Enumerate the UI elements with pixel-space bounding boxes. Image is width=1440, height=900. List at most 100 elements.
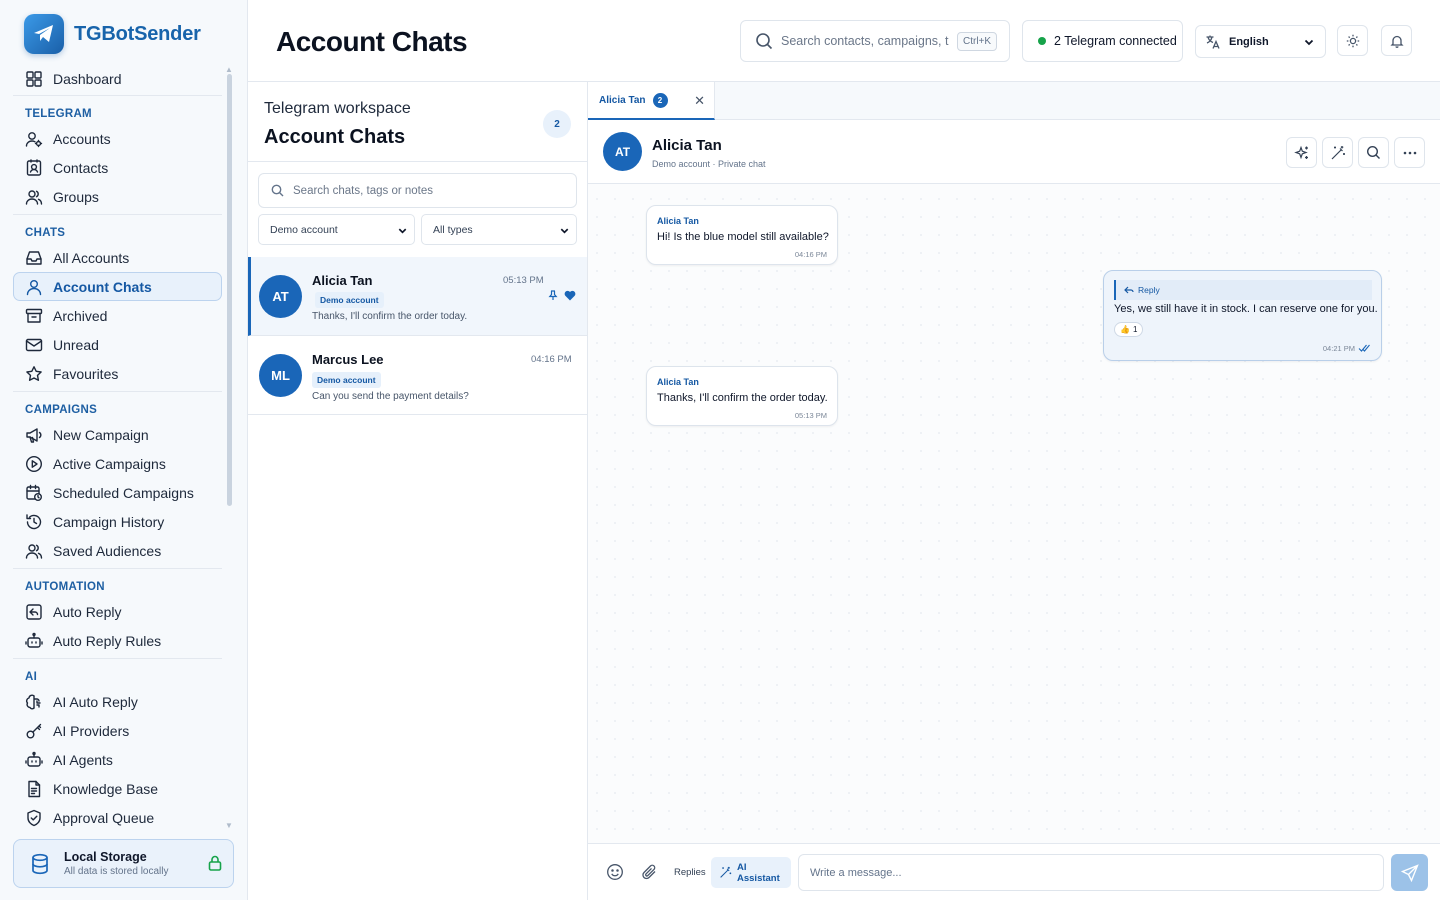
- type-filter-select[interactable]: All types: [421, 214, 577, 245]
- tab-alicia-tan[interactable]: Alicia Tan 2 ✕: [588, 82, 715, 120]
- chevron-down-icon: [397, 225, 408, 236]
- message-text: Hi! Is the blue model still available?: [657, 231, 829, 243]
- bell-icon: [1389, 34, 1404, 48]
- chat-search[interactable]: [258, 173, 577, 208]
- message-bubble-outgoing[interactable]: Reply Yes, we still have it in stock. I …: [1103, 270, 1382, 361]
- ai-rewrite-button[interactable]: [1322, 137, 1353, 168]
- chat-tab-bar: Alicia Tan 2 ✕: [588, 82, 1440, 120]
- sidebar-item-active-campaigns[interactable]: Active Campaigns: [13, 449, 222, 478]
- sidebar-item-ai-providers[interactable]: AI Providers: [13, 716, 222, 745]
- message-bubble-incoming[interactable]: Alicia Tan Thanks, I'll confirm the orde…: [646, 366, 838, 426]
- sidebar-item-knowledge-base[interactable]: Knowledge Base: [13, 774, 222, 803]
- type-filter-value: All types: [433, 223, 473, 236]
- search-icon: [271, 184, 284, 197]
- app-logo-icon: [24, 14, 64, 54]
- tab-label: Alicia Tan: [599, 94, 646, 106]
- message-bubble-incoming[interactable]: Alicia Tan Hi! Is the blue model still a…: [646, 205, 838, 265]
- search-icon: [1366, 145, 1381, 160]
- sidebar-item-accounts[interactable]: Accounts: [13, 124, 222, 153]
- sidebar-item-saved-audiences[interactable]: Saved Audiences: [13, 536, 222, 565]
- sidebar-item-label: Archived: [53, 307, 108, 324]
- status-dot: [1038, 37, 1046, 45]
- chat-list-item[interactable]: AT Alicia Tan 05:13 PM Demo account Than…: [248, 257, 587, 336]
- sidebar-item-new-campaign[interactable]: New Campaign: [13, 420, 222, 449]
- sidebar-item-ai-auto-reply[interactable]: AI Auto Reply: [13, 687, 222, 716]
- scroll-up-arrow[interactable]: ▲: [225, 65, 233, 74]
- chat-list-item[interactable]: ML Marcus Lee 04:16 PM Demo account Can …: [248, 336, 587, 415]
- message-time: 05:13 PM: [794, 411, 827, 420]
- sidebar-item-all-accounts[interactable]: All Accounts: [13, 243, 222, 272]
- message-input[interactable]: [798, 854, 1384, 891]
- language-label: English: [1229, 35, 1269, 48]
- more-options-button[interactable]: [1394, 137, 1425, 168]
- chat-list-header: Telegram workspace Account Chats 2: [248, 82, 587, 162]
- theme-toggle-button[interactable]: [1337, 25, 1368, 56]
- chat-list-title: Account Chats: [264, 126, 406, 148]
- language-select[interactable]: English: [1195, 25, 1326, 58]
- global-search-input[interactable]: [781, 34, 949, 48]
- message-sender: Alicia Tan: [657, 377, 699, 387]
- sidebar-item-ai-agents[interactable]: AI Agents: [13, 745, 222, 774]
- sidebar-item-approval-queue[interactable]: Approval Queue: [13, 803, 222, 832]
- sidebar-item-label: AI Agents: [53, 751, 113, 768]
- avatar: AT: [259, 275, 302, 318]
- sidebar-item-auto-reply[interactable]: Auto Reply: [13, 597, 222, 626]
- reaction-emoji: 👍: [1120, 325, 1130, 334]
- ai-summary-button[interactable]: [1286, 137, 1317, 168]
- chat-list-panel: Telegram workspace Account Chats 2 Demo …: [248, 82, 588, 900]
- sidebar-item-account-chats[interactable]: Account Chats: [13, 272, 222, 301]
- unread-badge: 2: [652, 92, 668, 108]
- send-icon: [1400, 863, 1419, 882]
- sidebar-item-scheduled-campaigns[interactable]: Scheduled Campaigns: [13, 478, 222, 507]
- quick-replies-button[interactable]: Replies: [674, 867, 706, 878]
- sidebar-scrollbar[interactable]: [227, 74, 232, 506]
- sidebar-item-contacts[interactable]: Contacts: [13, 153, 222, 182]
- user-gear-icon: [25, 130, 43, 148]
- sidebar-item-label: Knowledge Base: [53, 780, 159, 797]
- sidebar-item-dashboard[interactable]: Dashboard: [13, 64, 222, 93]
- magic-wand-icon: [719, 866, 732, 879]
- brand[interactable]: TGBotSender: [24, 14, 201, 54]
- sidebar-item-label: Account Chats: [53, 278, 152, 295]
- top-header: Account Chats Ctrl+K 2 Telegram connecte…: [248, 0, 1440, 82]
- notifications-button[interactable]: [1381, 25, 1412, 56]
- sidebar-item-unread[interactable]: Unread: [13, 330, 222, 359]
- sidebar-item-archived[interactable]: Archived: [13, 301, 222, 330]
- chat-search-input[interactable]: [293, 184, 563, 197]
- workspace-label: Telegram workspace: [264, 100, 411, 117]
- account-filter-select[interactable]: Demo account: [258, 214, 415, 245]
- pin-icon[interactable]: [548, 290, 558, 301]
- reply-reference[interactable]: Reply: [1114, 280, 1372, 300]
- chat-preview: Can you send the payment details?: [312, 391, 469, 402]
- attachment-icon[interactable]: [640, 863, 658, 881]
- sidebar-item-campaign-history[interactable]: Campaign History: [13, 507, 222, 536]
- translate-icon: [1205, 34, 1221, 50]
- sidebar-item-label: Favourites: [53, 365, 119, 382]
- close-icon[interactable]: ✕: [694, 93, 705, 109]
- search-in-chat-button[interactable]: [1358, 137, 1389, 168]
- sidebar-item-favourites[interactable]: Favourites: [13, 359, 222, 388]
- sidebar-item-label: Auto Reply: [53, 603, 122, 620]
- chevron-down-icon: [1303, 36, 1315, 48]
- telegram-connection-status[interactable]: 2 Telegram connected: [1022, 20, 1183, 62]
- nav-section-telegram: TELEGRAM: [13, 95, 222, 124]
- send-button[interactable]: [1391, 854, 1428, 891]
- sidebar-item-auto-reply-rules[interactable]: Auto Reply Rules: [13, 626, 222, 655]
- emoji-icon[interactable]: [606, 863, 624, 881]
- message-sender: Alicia Tan: [657, 216, 699, 226]
- global-search[interactable]: Ctrl+K: [740, 20, 1010, 62]
- storage-subtitle: All data is stored locally: [64, 866, 169, 877]
- dashboard-icon: [25, 70, 43, 88]
- sidebar-item-groups[interactable]: Groups: [13, 182, 222, 211]
- sidebar-item-label: New Campaign: [53, 426, 149, 443]
- document-icon: [25, 780, 43, 798]
- more-horizontal-icon: [1403, 151, 1417, 155]
- play-circle-icon: [25, 455, 43, 473]
- ai-assistant-button[interactable]: AI Assistant: [711, 857, 791, 888]
- magic-wand-icon: [1330, 145, 1346, 161]
- inbox-icon: [25, 249, 43, 267]
- reaction-chip[interactable]: 👍 1: [1114, 322, 1144, 337]
- contact-subtitle: Demo account · Private chat: [652, 159, 766, 169]
- scroll-down-arrow[interactable]: ▼: [225, 821, 233, 830]
- heart-icon[interactable]: [564, 290, 576, 301]
